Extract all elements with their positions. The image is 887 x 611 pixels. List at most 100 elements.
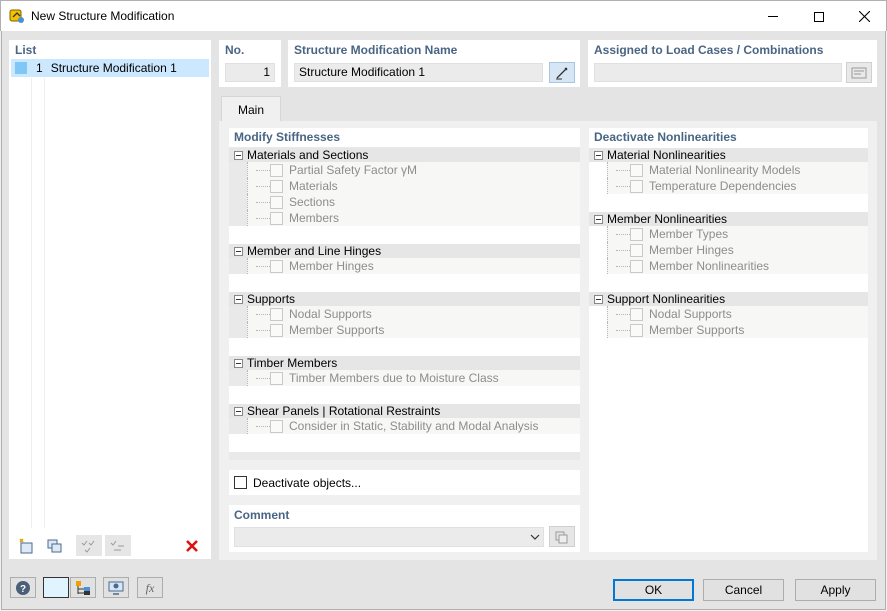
number-panel: No. 1 (219, 40, 281, 87)
tree-item[interactable]: Member Hinges (607, 242, 868, 258)
tree-item-checkbox[interactable] (270, 324, 283, 337)
tree-item-checkbox[interactable] (270, 180, 283, 193)
tree-item[interactable]: Partial Safety Factor γM (247, 162, 580, 178)
name-field[interactable]: Structure Modification 1 (294, 63, 543, 82)
close-button[interactable] (841, 1, 887, 32)
tree-item-checkbox[interactable] (270, 260, 283, 273)
tree-item-label: Consider in Static, Stability and Modal … (289, 419, 538, 433)
copy-icon (554, 530, 570, 544)
apply-button[interactable]: Apply (795, 579, 876, 601)
comment-library-button[interactable] (549, 526, 575, 547)
collapse-icon[interactable] (234, 295, 243, 304)
tree-item[interactable]: Members (247, 210, 580, 226)
tree-group-label: Shear Panels | Rotational Restraints (247, 404, 440, 418)
tree-group[interactable]: Member and Line Hinges (229, 244, 580, 258)
tree-item[interactable]: Nodal Supports (247, 306, 580, 322)
tree-item[interactable]: Consider in Static, Stability and Modal … (247, 418, 580, 434)
tree-item-checkbox[interactable] (630, 260, 643, 273)
tree-group[interactable]: Support Nonlinearities (589, 292, 868, 306)
help-icon: ? (15, 580, 31, 596)
tree-item[interactable]: Member Nonlinearities (607, 258, 868, 274)
delete-icon (185, 539, 199, 553)
tree-item[interactable]: Member Supports (607, 322, 868, 338)
assigned-panel: Assigned to Load Cases / Combinations (588, 40, 877, 87)
comment-combobox[interactable] (234, 527, 544, 547)
tree-item-label: Nodal Supports (289, 307, 372, 321)
tree-item[interactable]: Member Hinges (247, 258, 580, 274)
tree-item-checkbox[interactable] (630, 228, 643, 241)
tree-group[interactable]: Material Nonlinearities (589, 148, 868, 162)
maximize-icon (814, 12, 824, 22)
view-button[interactable] (103, 577, 129, 598)
tab-main[interactable]: Main (221, 96, 281, 122)
delete-button[interactable] (179, 535, 205, 556)
tree-item[interactable]: Member Supports (247, 322, 580, 338)
deactivate-objects-checkbox[interactable] (234, 476, 247, 489)
collapse-icon[interactable] (234, 151, 243, 160)
assign-button[interactable] (846, 62, 872, 83)
collapse-icon[interactable] (594, 151, 603, 160)
tree-group[interactable]: Timber Members (229, 356, 580, 370)
uncheck-button[interactable] (105, 535, 131, 556)
tree-item[interactable]: Timber Members due to Moisture Class (247, 370, 580, 386)
deactivate-objects-panel: Deactivate objects... (229, 470, 580, 495)
uncheck-icon (109, 538, 127, 554)
tree-item[interactable]: Temperature Dependencies (607, 178, 868, 194)
tree-item-checkbox[interactable] (630, 308, 643, 321)
collapse-icon[interactable] (594, 295, 603, 304)
view-icon (107, 580, 125, 596)
tree-button[interactable] (70, 577, 96, 598)
tree-item-checkbox[interactable] (270, 164, 283, 177)
color-button[interactable] (43, 577, 69, 598)
new-item-button[interactable] (14, 535, 40, 556)
tree-item-checkbox[interactable] (630, 324, 643, 337)
list-header: List (15, 43, 36, 57)
tab-main-label: Main (238, 103, 264, 117)
tree-group[interactable]: Shear Panels | Rotational Restraints (229, 404, 580, 418)
tree-connector (256, 186, 270, 187)
assigned-field[interactable] (594, 63, 842, 82)
tree-item-checkbox[interactable] (270, 420, 283, 433)
tree-connector (616, 330, 630, 331)
tree-item-checkbox[interactable] (270, 308, 283, 321)
collapse-icon[interactable] (234, 407, 243, 416)
list-item[interactable]: 1 Structure Modification 1 (11, 59, 209, 77)
tree-item[interactable]: Material Nonlinearity Models (607, 162, 868, 178)
collapse-icon[interactable] (234, 359, 243, 368)
tree-group[interactable]: Member Nonlinearities (589, 212, 868, 226)
tree-item-label: Member Nonlinearities (649, 259, 769, 273)
number-field[interactable]: 1 (225, 63, 275, 82)
ok-button[interactable]: OK (613, 579, 694, 601)
tree-connector (256, 330, 270, 331)
copy-item-button[interactable] (42, 535, 68, 556)
check-all-button[interactable] (76, 535, 102, 556)
collapse-icon[interactable] (234, 247, 243, 256)
help-button[interactable]: ? (10, 577, 36, 598)
tree-group[interactable]: Supports (229, 292, 580, 306)
cancel-button[interactable]: Cancel (703, 579, 784, 601)
tree-connector (616, 314, 630, 315)
tree-item-checkbox[interactable] (630, 180, 643, 193)
tree-item-checkbox[interactable] (270, 372, 283, 385)
tree-connector (256, 202, 270, 203)
tree-connector (256, 218, 270, 219)
color-icon (48, 581, 64, 595)
tree-item[interactable]: Materials (247, 178, 580, 194)
tree-item-checkbox[interactable] (270, 212, 283, 225)
function-button[interactable]: fx (137, 577, 163, 598)
tree-item-checkbox[interactable] (270, 196, 283, 209)
edit-name-button[interactable] (549, 62, 575, 83)
maximize-button[interactable] (796, 1, 842, 32)
tree-item-label: Timber Members due to Moisture Class (289, 371, 499, 385)
tree-group-label: Support Nonlinearities (607, 292, 725, 306)
collapse-icon[interactable] (594, 215, 603, 224)
tree-item[interactable]: Member Types (607, 226, 868, 242)
minimize-button[interactable] (750, 1, 796, 32)
tree-connector (616, 234, 630, 235)
tree-item-checkbox[interactable] (630, 244, 643, 257)
name-label: Structure Modification Name (294, 43, 457, 57)
tree-item[interactable]: Nodal Supports (607, 306, 868, 322)
tree-item[interactable]: Sections (247, 194, 580, 210)
tree-group[interactable]: Materials and Sections (229, 148, 580, 162)
tree-item-checkbox[interactable] (630, 164, 643, 177)
